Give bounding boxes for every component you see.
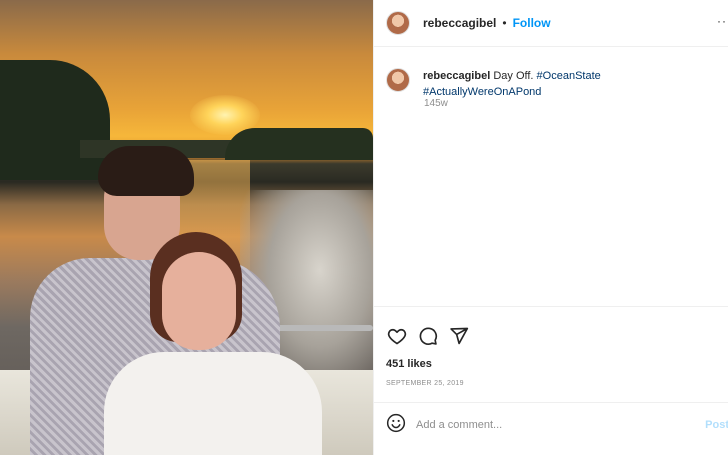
caption: rebeccagibel Day Off. #OceanState #Actua… xyxy=(386,68,713,100)
tree-silhouette xyxy=(0,60,110,180)
avatar[interactable] xyxy=(386,68,410,92)
woman-shirt xyxy=(104,352,322,455)
post-comment-button[interactable]: Post xyxy=(705,419,728,431)
man-hair xyxy=(98,146,194,196)
username-link[interactable]: rebeccagibel xyxy=(423,16,496,30)
add-comment-bar: Post xyxy=(374,402,728,447)
heart-icon[interactable] xyxy=(386,325,408,347)
follow-button[interactable]: Follow xyxy=(513,16,551,30)
post-header: rebeccagibel • Follow ··· xyxy=(374,0,728,47)
caption-username[interactable]: rebeccagibel xyxy=(423,70,490,82)
caption-text: rebeccagibel Day Off. #OceanState #Actua… xyxy=(423,68,713,100)
separator-dot: • xyxy=(502,16,507,30)
hashtag-link[interactable]: #ActuallyWereOnAPond xyxy=(423,86,541,98)
comment-input[interactable] xyxy=(416,419,696,431)
post-age[interactable]: 145w xyxy=(424,98,448,109)
share-icon[interactable] xyxy=(448,325,470,347)
post-image[interactable] xyxy=(0,0,373,455)
woman-face xyxy=(162,252,236,350)
tree-silhouette xyxy=(225,128,373,160)
likes-count[interactable]: 451 likes xyxy=(386,358,432,370)
post-date: SEPTEMBER 25, 2019 xyxy=(386,380,464,387)
comment-icon[interactable] xyxy=(417,325,439,347)
hashtag-link[interactable]: #OceanState xyxy=(537,70,601,82)
post-actions: 451 likes SEPTEMBER 25, 2019 xyxy=(374,306,728,387)
caption-body: Day Off. xyxy=(493,70,534,82)
more-options-button[interactable]: ··· xyxy=(717,14,728,28)
avatar[interactable] xyxy=(386,11,410,35)
emoji-icon[interactable] xyxy=(386,413,406,438)
post-sidebar: rebeccagibel • Follow ··· rebeccagibel D… xyxy=(373,0,728,455)
